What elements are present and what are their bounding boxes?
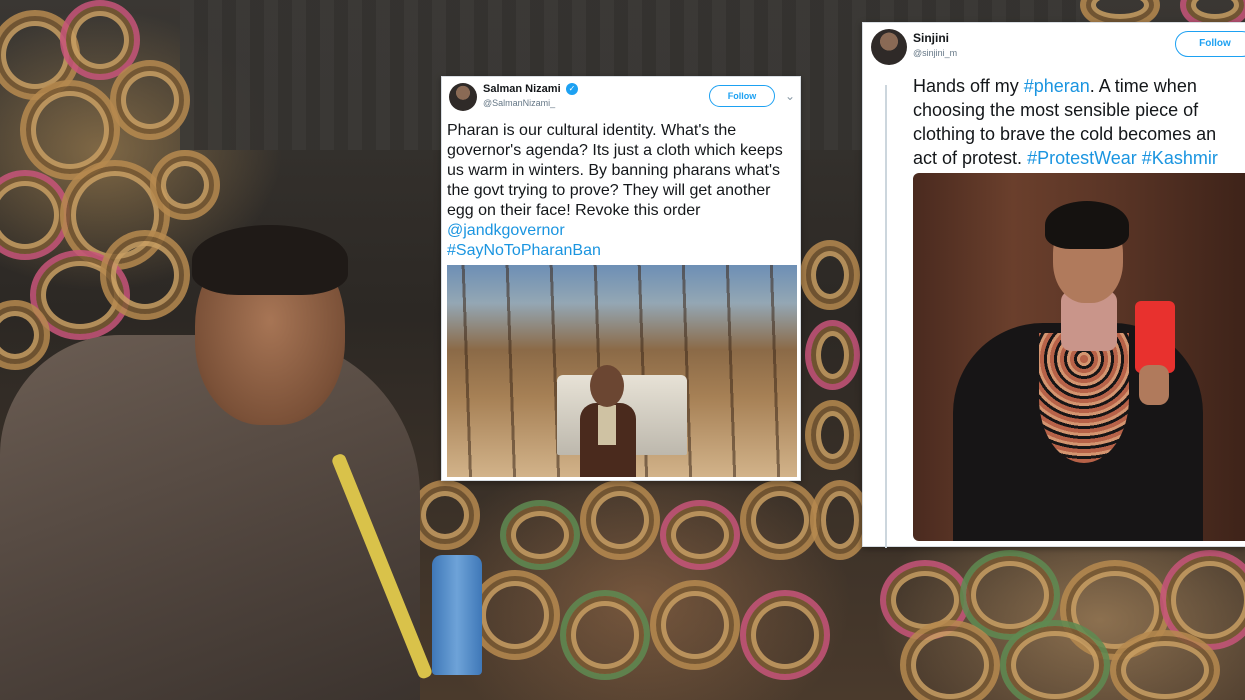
tweet-card: Salman Nizami ✓ @SalmanNizami_ Follow ⌄ … xyxy=(441,76,801,481)
follow-button[interactable]: Follow xyxy=(1175,31,1245,57)
hookah-base xyxy=(432,555,482,675)
tweet-text-segment: choosing the most sensible piece of xyxy=(913,100,1199,120)
basket xyxy=(800,240,860,310)
scarf xyxy=(598,405,616,445)
display-name[interactable]: Sinjini xyxy=(913,31,949,45)
basket xyxy=(580,480,660,560)
tweet-text: Hands off my #pheran. A time when choosi… xyxy=(913,74,1245,170)
tweet-text-segment: act of protest. xyxy=(913,148,1028,168)
woman-hair xyxy=(1045,201,1129,249)
basket xyxy=(650,580,740,670)
basket xyxy=(470,570,560,660)
tweet-body: Pharan is our cultural identity. What's … xyxy=(447,122,783,219)
tweet-photo[interactable] xyxy=(913,173,1245,541)
basket xyxy=(500,500,580,570)
verified-badge-icon: ✓ xyxy=(566,83,578,95)
basket xyxy=(110,60,190,140)
follow-button[interactable]: Follow xyxy=(709,85,775,107)
man-hair xyxy=(192,225,348,295)
hand xyxy=(1139,365,1169,405)
red-phone xyxy=(1135,301,1175,373)
tweet-text-segment: . A time when xyxy=(1089,76,1197,96)
tweet-text: Pharan is our cultural identity. What's … xyxy=(447,121,799,261)
basket xyxy=(740,590,830,680)
basket xyxy=(560,590,650,680)
tweet-photo[interactable] xyxy=(447,265,797,477)
display-name[interactable]: Salman Nizami xyxy=(483,83,561,95)
basket xyxy=(660,500,740,570)
basket xyxy=(1000,620,1110,700)
hashtag-link[interactable]: #ProtestWear xyxy=(1027,148,1137,168)
user-handle[interactable]: @sinjini_m xyxy=(913,48,957,58)
basket xyxy=(1110,630,1220,700)
mention-link[interactable]: @jandkgovernor xyxy=(447,222,565,239)
thread-line xyxy=(885,85,887,548)
avatar[interactable] xyxy=(871,29,907,65)
embroidery xyxy=(1039,333,1129,463)
man-with-hookah xyxy=(0,225,430,700)
avatar[interactable] xyxy=(449,83,477,111)
hashtag-link[interactable]: #SayNoToPharanBan xyxy=(447,242,601,259)
hashtag-link[interactable]: #pheran xyxy=(1024,76,1090,96)
man-head xyxy=(590,365,624,407)
chevron-down-icon[interactable]: ⌄ xyxy=(785,89,795,103)
tweet-card: Sinjini @sinjini_m Follow Hands off my #… xyxy=(862,22,1245,548)
basket xyxy=(900,620,1000,700)
hashtag-link[interactable]: #Kashmir xyxy=(1142,148,1218,168)
basket xyxy=(150,150,220,220)
tweet-text-segment: clothing to brave the cold becomes an xyxy=(913,124,1217,144)
basket xyxy=(805,400,860,470)
basket xyxy=(810,480,870,560)
tweet-text-segment: Hands off my xyxy=(913,76,1024,96)
basket xyxy=(740,480,820,560)
basket xyxy=(805,320,860,390)
user-handle[interactable]: @SalmanNizami_ xyxy=(483,98,555,108)
